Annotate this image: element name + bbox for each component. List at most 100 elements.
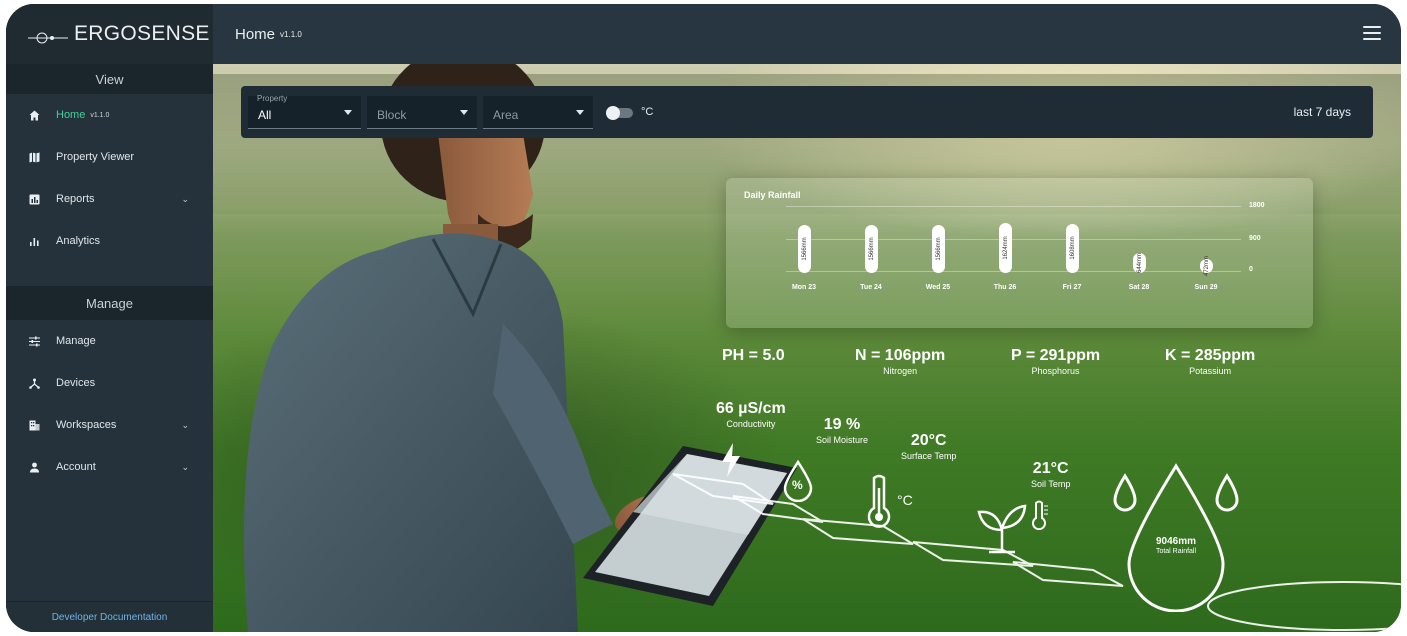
potassium-label: Potassium	[1189, 366, 1232, 376]
logo-icon	[28, 27, 68, 44]
brand-name: ERGOSENSE	[74, 22, 210, 45]
sprout-icon	[977, 504, 1027, 554]
view-heading: View	[6, 64, 213, 94]
property-label: Property	[257, 94, 288, 103]
rainfall-day-label: Sat 28	[1128, 284, 1150, 291]
rainfall-day-label: Tue 24	[860, 284, 882, 291]
brand[interactable]: ERGOSENSE	[6, 4, 213, 64]
gridline	[786, 239, 1241, 240]
top-bar: Home v1.1.0	[213, 4, 1401, 64]
moisture-drop-icon: %	[783, 459, 813, 503]
conductivity-label: Conductivity	[726, 419, 776, 429]
sidebar-item-manage[interactable]: Manage	[6, 320, 213, 362]
version-label: v1.1.0	[90, 111, 110, 119]
sidebar-item-property-viewer[interactable]: Property Viewer	[6, 136, 213, 178]
sidebar-item-analytics[interactable]: Analytics	[6, 220, 213, 262]
sidebar-item-label: Manage	[56, 335, 96, 347]
potassium-value: K = 285ppm	[1165, 347, 1256, 364]
area-select[interactable]: Area	[483, 96, 593, 129]
filter-bar: Property All Block Area °C last 7 days	[241, 86, 1373, 138]
block-value: Block	[377, 108, 407, 122]
sidebar-item-label: Property Viewer	[56, 151, 135, 163]
sliders-icon	[28, 335, 40, 347]
sidebar-item-label: Analytics	[56, 235, 101, 247]
chevron-down-icon[interactable]: ⌄	[181, 194, 189, 205]
rainfall-bar-label: 1608mm	[1069, 236, 1076, 261]
area-value: Area	[493, 108, 519, 122]
gridline	[786, 271, 1241, 272]
person-icon	[28, 461, 40, 473]
rainfall-bar-label: 1566mm	[801, 237, 808, 261]
thermometer-icon	[867, 474, 891, 528]
page-title: Home	[235, 25, 276, 43]
rainfall-bar[interactable]: 472mm	[1200, 255, 1213, 276]
rainfall-bar[interactable]: 644mm	[1133, 253, 1146, 273]
phosphorus-label: Phosphorus	[1031, 366, 1080, 376]
daily-rainfall-card: Daily Rainfall 1800 900 0 1566mm Mon 23 15…	[726, 178, 1313, 328]
lightning-icon	[722, 443, 740, 477]
manage-heading: Manage	[6, 286, 213, 320]
building-icon	[28, 419, 40, 431]
home-icon	[28, 109, 40, 121]
rainfall-bar-label: 1566mm	[868, 237, 875, 261]
caret-down-icon	[344, 110, 352, 115]
rainfall-bar[interactable]: 1608mm	[1066, 223, 1079, 273]
block-select[interactable]: Block	[367, 96, 477, 129]
app-frame: ERGOSENSE View Home v1.1.0 Property View…	[6, 4, 1401, 632]
caret-down-icon	[460, 110, 468, 115]
property-value: All	[258, 108, 272, 122]
sidebar-item-account[interactable]: Account ⌄	[6, 446, 213, 488]
rainfall-day-label: Sun 29	[1194, 284, 1218, 291]
rainfall-bar-label: 472mm	[1203, 255, 1210, 276]
bar-chart-icon	[28, 235, 40, 247]
chevron-down-icon[interactable]: ⌄	[181, 420, 189, 431]
hamburger-icon[interactable]	[1363, 26, 1381, 40]
sidebar-item-label: Workspaces	[56, 419, 117, 431]
developer-documentation-link[interactable]: Developer Documentation	[6, 601, 213, 632]
gridline	[786, 206, 1241, 207]
caret-down-icon	[576, 110, 584, 115]
celsius-symbol: °C	[897, 492, 913, 508]
soil-thermometer-icon	[1032, 500, 1048, 530]
date-range[interactable]: last 7 days	[1294, 105, 1351, 119]
conductivity-value: 66 µS/cm	[716, 400, 786, 417]
sidebar-item-reports[interactable]: Reports ⌄	[6, 178, 213, 220]
version-label: v1.1.0	[280, 29, 302, 39]
toggle-knob	[606, 106, 620, 120]
unit-label: °C	[641, 106, 654, 118]
rainfall-day-label: Mon 23	[791, 284, 817, 291]
property-select[interactable]: Property All	[248, 94, 361, 129]
sidebar-item-home[interactable]: Home v1.1.0	[6, 94, 213, 136]
phosphorus-value: P = 291ppm	[1011, 347, 1101, 364]
rainfall-bar[interactable]: 1566mm	[865, 225, 878, 273]
sidebar-item-workspaces[interactable]: Workspaces ⌄	[6, 404, 213, 446]
nitrogen-metric: N = 106ppm Nitrogen	[855, 347, 945, 376]
sidebar-item-label: Devices	[56, 377, 96, 389]
hero-background: Property All Block Area °C last 7 days D…	[213, 64, 1401, 632]
potassium-metric: K = 285ppm Potassium	[1165, 347, 1255, 376]
sidebar-item-devices[interactable]: Devices	[6, 362, 213, 404]
y-tick: 900	[1249, 235, 1261, 242]
nitrogen-label: Nitrogen	[883, 366, 918, 376]
rainfall-bar[interactable]: 1566mm	[932, 225, 945, 273]
rainfall-bar-label: 1566mm	[935, 237, 942, 261]
percent-symbol: %	[792, 478, 803, 492]
unit-toggle[interactable]	[606, 106, 633, 120]
y-tick: 0	[1249, 266, 1253, 273]
rainfall-title: Daily Rainfall	[744, 190, 801, 200]
sidebar-item-label: Reports	[56, 193, 95, 205]
rainfall-bar[interactable]: 1624mm	[999, 223, 1012, 273]
nitrogen-value: N = 106ppm	[855, 347, 946, 364]
map-icon	[28, 151, 40, 163]
sidebar: ERGOSENSE View Home v1.1.0 Property View…	[6, 4, 213, 632]
chevron-down-icon[interactable]: ⌄	[181, 462, 189, 473]
total-rainfall-label: Total Rainfall	[1155, 548, 1197, 555]
ph-metric: PH = 5.0	[722, 347, 785, 365]
rainfall-day-label: Wed 25	[925, 284, 951, 291]
total-rainfall-value: 9046mm	[1155, 536, 1197, 547]
rainfall-bar[interactable]: 1566mm	[798, 225, 811, 273]
devices-icon	[28, 377, 40, 389]
report-icon	[28, 193, 40, 205]
soil-moisture-value: 19 %	[823, 416, 861, 433]
y-tick: 1800	[1249, 202, 1265, 209]
